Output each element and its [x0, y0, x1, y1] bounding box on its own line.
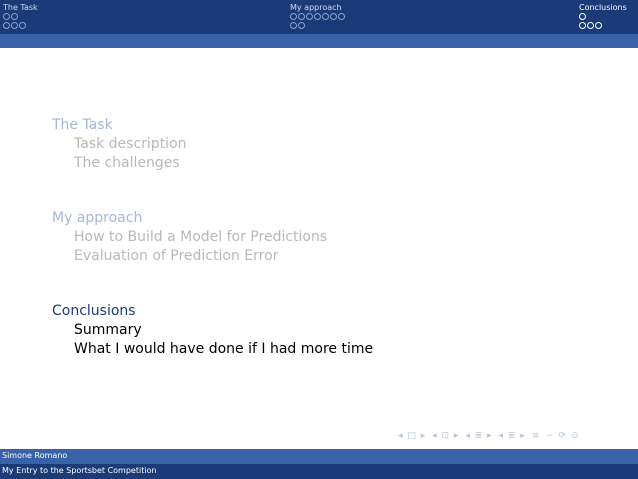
frame-dot[interactable]	[11, 13, 18, 20]
approach-frame-dots-row1	[290, 13, 346, 20]
frame-dot[interactable]	[314, 13, 321, 20]
task-frame-dots-row2	[3, 22, 27, 29]
toc-subsection-challenges[interactable]: The challenges	[74, 154, 180, 172]
footer-title-bar: My Entry to the Sportsbet Competition	[0, 464, 638, 479]
toc-subsection-task-description[interactable]: Task description	[74, 135, 187, 153]
frame-dot[interactable]	[3, 22, 10, 29]
nav-subsection-icon[interactable]: ◂ ≣ ▸	[465, 431, 492, 441]
header-section-approach[interactable]: My approach	[290, 3, 342, 12]
frame-dot[interactable]	[322, 13, 329, 20]
frame-dot[interactable]	[290, 22, 297, 29]
frame-dot[interactable]	[338, 13, 345, 20]
headline-bar: The Task My approach Conclusions	[0, 0, 638, 34]
nav-align-icon[interactable]: ≡	[532, 431, 541, 441]
toc-subsection-build-model[interactable]: How to Build a Model for Predictions	[74, 228, 327, 246]
toc-subsection-prediction-error[interactable]: Evaluation of Prediction Error	[74, 247, 278, 265]
header-section-conclusions[interactable]: Conclusions	[579, 3, 627, 12]
subheader-bar	[0, 34, 638, 48]
toc-subsection-more-time[interactable]: What I would have done if I had more tim…	[74, 340, 373, 358]
toc-section-approach[interactable]: My approach	[52, 209, 142, 227]
toc-subsection-summary[interactable]: Summary	[74, 321, 142, 339]
frame-dot[interactable]	[11, 22, 18, 29]
nav-search-icon[interactable]: ∽ ⟳ ⊙	[546, 431, 579, 441]
footer-author-bar: Simone Romano	[0, 449, 638, 464]
header-section-task[interactable]: The Task	[3, 3, 38, 12]
frame-dot[interactable]	[579, 13, 586, 20]
frame-dot[interactable]	[3, 13, 10, 20]
conclusions-frame-dots-row2	[579, 22, 603, 29]
frame-dot[interactable]	[298, 13, 305, 20]
footer-title: My Entry to the Sportsbet Competition	[2, 466, 157, 475]
task-frame-dots-row1	[3, 13, 19, 20]
frame-dot[interactable]	[19, 22, 26, 29]
frame-dot[interactable]	[330, 13, 337, 20]
frame-dot[interactable]	[290, 13, 297, 20]
toc-section-task[interactable]: The Task	[52, 116, 113, 134]
toc-section-conclusions[interactable]: Conclusions	[52, 302, 136, 320]
nav-section-icon[interactable]: ◂ ≣ ▸	[499, 431, 526, 441]
frame-dot[interactable]	[579, 22, 586, 29]
nav-frame-icon[interactable]: ◂ ⊡ ▸	[432, 431, 459, 441]
frame-dot[interactable]	[595, 22, 602, 29]
frame-dot[interactable]	[306, 13, 313, 20]
footer-author: Simone Romano	[2, 451, 68, 460]
frame-dot[interactable]	[298, 22, 305, 29]
approach-frame-dots-row2	[290, 22, 306, 29]
conclusions-frame-dots-row1	[579, 13, 587, 20]
frame-dot[interactable]	[587, 22, 594, 29]
navigation-symbols: ◂ □ ▸ ◂ ⊡ ▸ ◂ ≣ ▸ ◂ ≣ ▸ ≡ ∽ ⟳ ⊙	[398, 431, 581, 441]
nav-slide-icon[interactable]: ◂ □ ▸	[398, 431, 426, 441]
